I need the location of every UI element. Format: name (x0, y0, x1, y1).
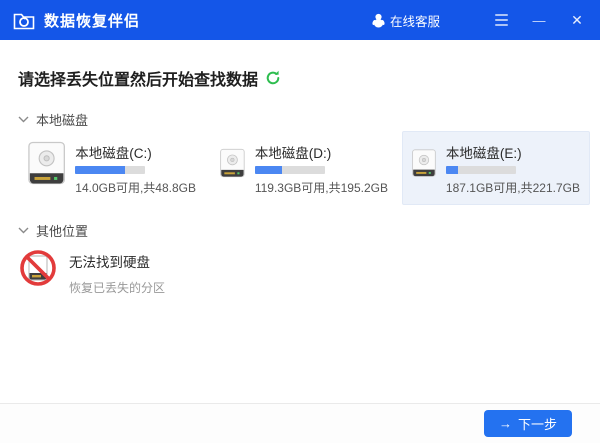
app-title: 数据恢复伴侣 (44, 10, 140, 31)
hard-drive-icon (220, 140, 245, 186)
close-button[interactable]: ✕ (566, 9, 588, 31)
close-icon: ✕ (571, 12, 583, 29)
online-service-button[interactable]: 在线客服 (372, 11, 440, 30)
section-local-disk-label: 本地磁盘 (36, 110, 88, 129)
page-title-text: 请选择丢失位置然后开始查找数据 (18, 66, 258, 90)
cannot-find-drive-title: 无法找到硬盘 (69, 251, 165, 271)
drive-usage-fill (75, 166, 125, 174)
minimize-button[interactable]: — (528, 9, 550, 31)
drive-capacity-info: 187.1GB可用,共221.7GB (446, 179, 580, 196)
drive-usage-fill (446, 166, 458, 174)
qq-penguin-icon (372, 13, 385, 28)
cannot-find-drive-subtitle: 恢复已丢失的分区 (69, 279, 165, 296)
drive-usage-fill (255, 166, 282, 174)
hamburger-menu-icon (495, 14, 508, 26)
cannot-find-drive-item[interactable]: 无法找到硬盘 恢复已丢失的分区 (18, 248, 582, 296)
hard-drive-icon (28, 140, 65, 186)
section-other-locations-label: 其他位置 (36, 221, 88, 240)
chevron-down-icon (18, 227, 29, 234)
refresh-icon[interactable] (265, 70, 281, 86)
app-logo-folder-refresh-icon (12, 9, 36, 31)
titlebar: 数据恢复伴侣 在线客服 — ✕ (0, 0, 600, 40)
main-content: 请选择丢失位置然后开始查找数据 本地磁盘 本地磁盘(C:) (0, 66, 600, 296)
next-step-label: 下一步 (518, 414, 557, 433)
drive-card-c[interactable]: 本地磁盘(C:) 14.0GB可用,共48.8GB (18, 131, 206, 205)
drive-name: 本地磁盘(D:) (255, 142, 388, 162)
online-service-label: 在线客服 (390, 11, 440, 30)
section-local-disk-header[interactable]: 本地磁盘 (18, 110, 582, 129)
section-other-locations-header[interactable]: 其他位置 (18, 221, 582, 240)
drive-usage-bar (75, 166, 145, 174)
footer-bar: → 下一步 (0, 403, 600, 443)
drive-card-e-selected[interactable]: 本地磁盘(E:) 187.1GB可用,共221.7GB (402, 131, 590, 205)
menu-button[interactable] (490, 9, 512, 31)
drive-usage-bar (446, 166, 516, 174)
drive-name: 本地磁盘(C:) (75, 142, 196, 162)
drive-card-d[interactable]: 本地磁盘(D:) 119.3GB可用,共195.2GB (210, 131, 398, 205)
drive-capacity-info: 119.3GB可用,共195.2GB (255, 179, 388, 196)
drive-usage-bar (255, 166, 325, 174)
drive-capacity-info: 14.0GB可用,共48.8GB (75, 179, 196, 196)
hard-drive-icon (412, 140, 436, 186)
drive-list: 本地磁盘(C:) 14.0GB可用,共48.8GB 本地磁盘(D:) (18, 131, 582, 205)
next-step-button[interactable]: → 下一步 (484, 410, 572, 437)
minimize-icon: — (533, 13, 546, 28)
arrow-right-icon: → (499, 417, 512, 430)
no-drive-prohibition-icon (18, 248, 58, 288)
page-title: 请选择丢失位置然后开始查找数据 (18, 66, 582, 90)
drive-name: 本地磁盘(E:) (446, 142, 580, 162)
chevron-down-icon (18, 116, 29, 123)
